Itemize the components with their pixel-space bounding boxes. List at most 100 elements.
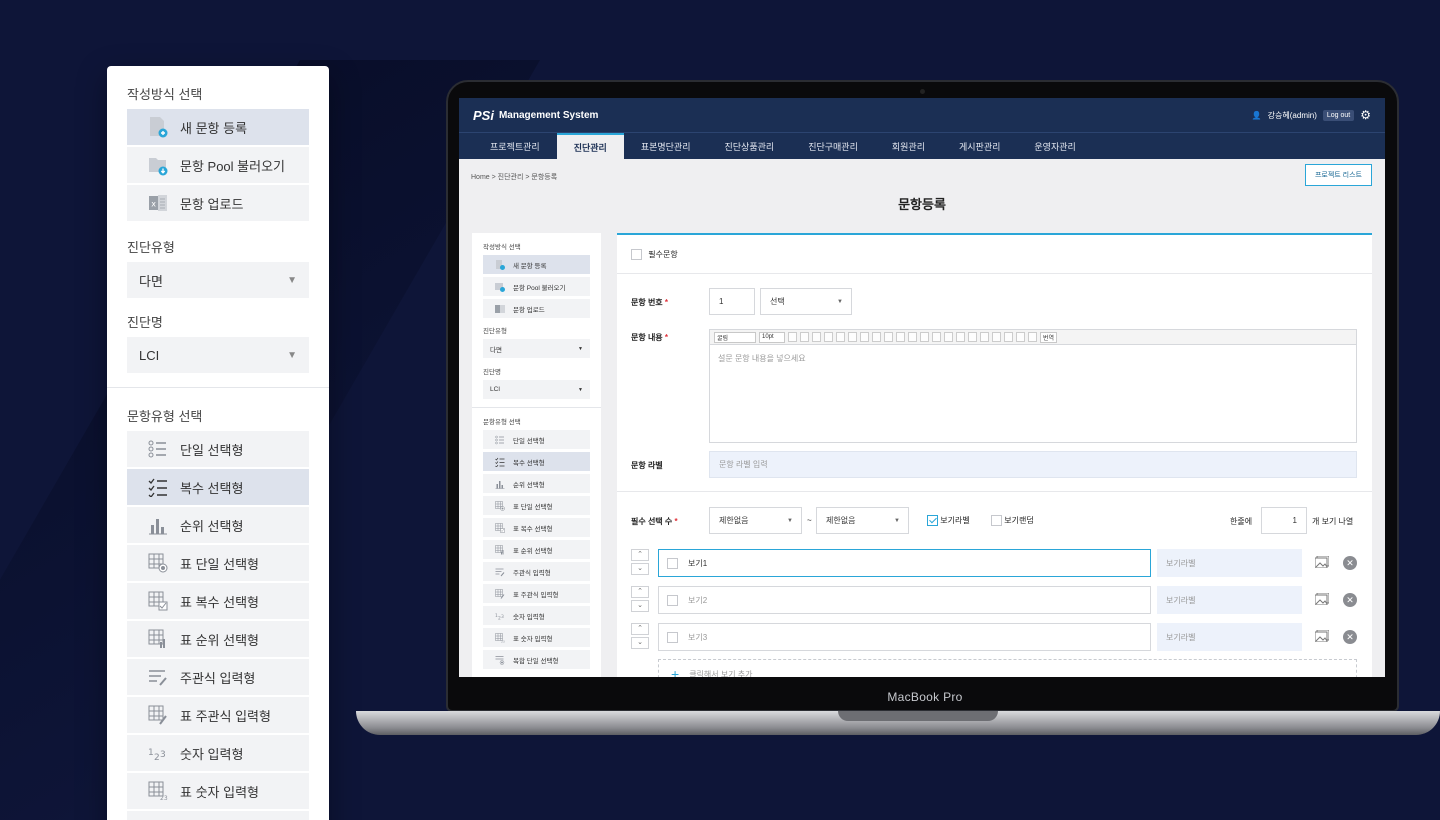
nav-item-4[interactable]: 진단구매관리 [791, 133, 875, 159]
item-no-select[interactable]: 선택 ▼ [760, 288, 852, 315]
nav-item-3[interactable]: 진단상품관리 [708, 133, 792, 159]
show-random-option[interactable]: 보기랜덤 [991, 515, 1034, 527]
nav-item-5[interactable]: 회원관리 [875, 133, 942, 159]
item-no-input[interactable]: 1 [709, 288, 755, 315]
nav-item-1[interactable]: 진단관리 [556, 133, 624, 159]
move-up-button[interactable]: ⌃ [631, 586, 649, 598]
align-center-icon[interactable] [872, 332, 881, 342]
image-icon[interactable] [1314, 555, 1330, 571]
line-height-icon[interactable] [908, 332, 917, 342]
bold-icon[interactable] [788, 332, 797, 342]
table-icon[interactable] [1004, 332, 1013, 342]
font-select[interactable]: 굴림 [714, 331, 756, 343]
mini-item-type-6[interactable]: 주관식 입력형 [483, 562, 590, 581]
mini-item-type-3[interactable]: 표 단일 선택형 [483, 496, 590, 515]
font-size-select[interactable]: 10pt [759, 331, 785, 343]
option-checkbox[interactable] [667, 557, 678, 569]
mini-item-type-5[interactable]: 표 순위 선택형 [483, 540, 590, 559]
mini-write-method-upload[interactable]: 문항 업로드 [483, 299, 590, 318]
mini-write-method-pool[interactable]: 문항 Pool 불러오기 [483, 277, 590, 296]
mini-item-type-4[interactable]: 표 복수 선택형 [483, 518, 590, 537]
move-down-button[interactable]: ⌄ [631, 563, 649, 575]
per-line-input[interactable]: 1 [1261, 507, 1307, 534]
move-down-button[interactable]: ⌄ [631, 600, 649, 612]
add-option-button[interactable]: + 클릭해서 보기 추가 [658, 659, 1357, 677]
diag-name-select[interactable]: LCI ▼ [127, 337, 309, 373]
option-checkbox[interactable] [667, 594, 678, 606]
emoji-icon[interactable] [980, 332, 989, 342]
option-label-input[interactable]: 보기라벨 [1157, 623, 1302, 651]
logout-button[interactable]: Log out [1322, 109, 1355, 121]
gear-icon[interactable]: ⚙ [1360, 108, 1371, 122]
underline-icon[interactable] [800, 332, 809, 342]
show-label-checkbox[interactable] [927, 515, 938, 527]
mini-item-type-7[interactable]: 표 주관식 입력형 [483, 584, 590, 603]
option-input[interactable]: 보기2 [658, 586, 1151, 614]
indent-icon[interactable] [956, 332, 965, 342]
mini-write-method-new[interactable]: 새 문항 등록 [483, 255, 590, 274]
item-type-1[interactable]: 복수 선택형 [127, 469, 309, 505]
mini-diag-type-select[interactable]: 다면 ▼ [483, 339, 590, 358]
move-up-button[interactable]: ⌃ [631, 623, 649, 635]
show-random-checkbox[interactable] [991, 515, 1002, 527]
write-method-new[interactable]: 새 문항 등록 [127, 109, 309, 145]
item-type-2[interactable]: 순위 선택형 [127, 507, 309, 543]
item-type-10[interactable]: 복합 단일 선택형 [127, 811, 309, 820]
mini-item-type-8[interactable]: 1 2 3 숫자 입력형 [483, 606, 590, 625]
item-label-input[interactable]: 문항 라벨 입력 [709, 451, 1357, 478]
option-input[interactable]: 보기3 [658, 623, 1151, 651]
move-up-button[interactable]: ⌃ [631, 549, 649, 561]
image-icon[interactable] [1314, 629, 1330, 645]
nav-item-6[interactable]: 게시판관리 [942, 133, 1017, 159]
item-type-9[interactable]: 23 표 숫자 입력형 [127, 773, 309, 809]
option-label-input[interactable]: 보기라벨 [1157, 549, 1302, 577]
bg-color-icon[interactable] [848, 332, 857, 342]
item-type-8[interactable]: 1 2 3 숫자 입력형 [127, 735, 309, 771]
link-icon[interactable] [968, 332, 977, 342]
item-type-3[interactable]: 표 단일 선택형 [127, 545, 309, 581]
mini-diag-name-select[interactable]: LCI ▼ [483, 380, 590, 399]
mini-item-type-9[interactable]: 23 표 숫자 입력형 [483, 628, 590, 647]
project-list-button[interactable]: 프로젝트 리스트 [1304, 164, 1372, 186]
write-method-upload[interactable]: x 문항 업로드 [127, 185, 309, 221]
move-down-button[interactable]: ⌄ [631, 637, 649, 649]
item-type-0[interactable]: 단일 선택형 [127, 431, 309, 467]
max-select[interactable]: 제한없음 ▼ [816, 507, 909, 534]
italic-icon[interactable] [812, 332, 821, 342]
find-icon[interactable] [1016, 332, 1025, 342]
mini-item-type-10[interactable]: 복합 단일 선택형 [483, 650, 590, 669]
item-type-7[interactable]: 표 주관식 입력형 [127, 697, 309, 733]
align-left-icon[interactable] [860, 332, 869, 342]
align-right-icon[interactable] [884, 332, 893, 342]
delete-icon[interactable]: ✕ [1343, 593, 1357, 607]
special-char-icon[interactable] [992, 332, 1001, 342]
min-select[interactable]: 제한없음 ▼ [709, 507, 802, 534]
strike-icon[interactable] [824, 332, 833, 342]
option-checkbox[interactable] [667, 631, 678, 643]
content-editor[interactable]: 설문 문항 내용을 넣으세요 [709, 345, 1357, 443]
image-icon[interactable] [1314, 592, 1330, 608]
write-method-pool[interactable]: 문항 Pool 불러오기 [127, 147, 309, 183]
mini-item-type-0[interactable]: 단일 선택형 [483, 430, 590, 449]
mini-item-type-2[interactable]: 순위 선택형 [483, 474, 590, 493]
option-label-input[interactable]: 보기라벨 [1157, 586, 1302, 614]
translate-button[interactable]: 번역 [1040, 331, 1058, 343]
diag-type-select[interactable]: 다면 ▼ [127, 262, 309, 298]
unordered-list-icon[interactable] [932, 332, 941, 342]
item-type-5[interactable]: 표 순위 선택형 [127, 621, 309, 657]
item-type-4[interactable]: 표 복수 선택형 [127, 583, 309, 619]
show-label-option[interactable]: 보기라벨 [927, 515, 970, 527]
align-justify-icon[interactable] [896, 332, 905, 342]
delete-icon[interactable]: ✕ [1343, 630, 1357, 644]
mini-item-type-1[interactable]: 복수 선택형 [483, 452, 590, 471]
required-item-checkbox[interactable] [631, 249, 642, 261]
outdent-icon[interactable] [944, 332, 953, 342]
ordered-list-icon[interactable] [920, 332, 929, 342]
nav-item-0[interactable]: 프로젝트관리 [473, 133, 557, 159]
app-logo[interactable]: PSi Management System [473, 108, 598, 123]
nav-item-7[interactable]: 운영자관리 [1017, 133, 1092, 159]
font-color-icon[interactable] [836, 332, 845, 342]
option-input[interactable]: 보기1 [658, 549, 1151, 577]
spellcheck-icon[interactable] [1028, 332, 1037, 342]
delete-icon[interactable]: ✕ [1343, 556, 1357, 570]
